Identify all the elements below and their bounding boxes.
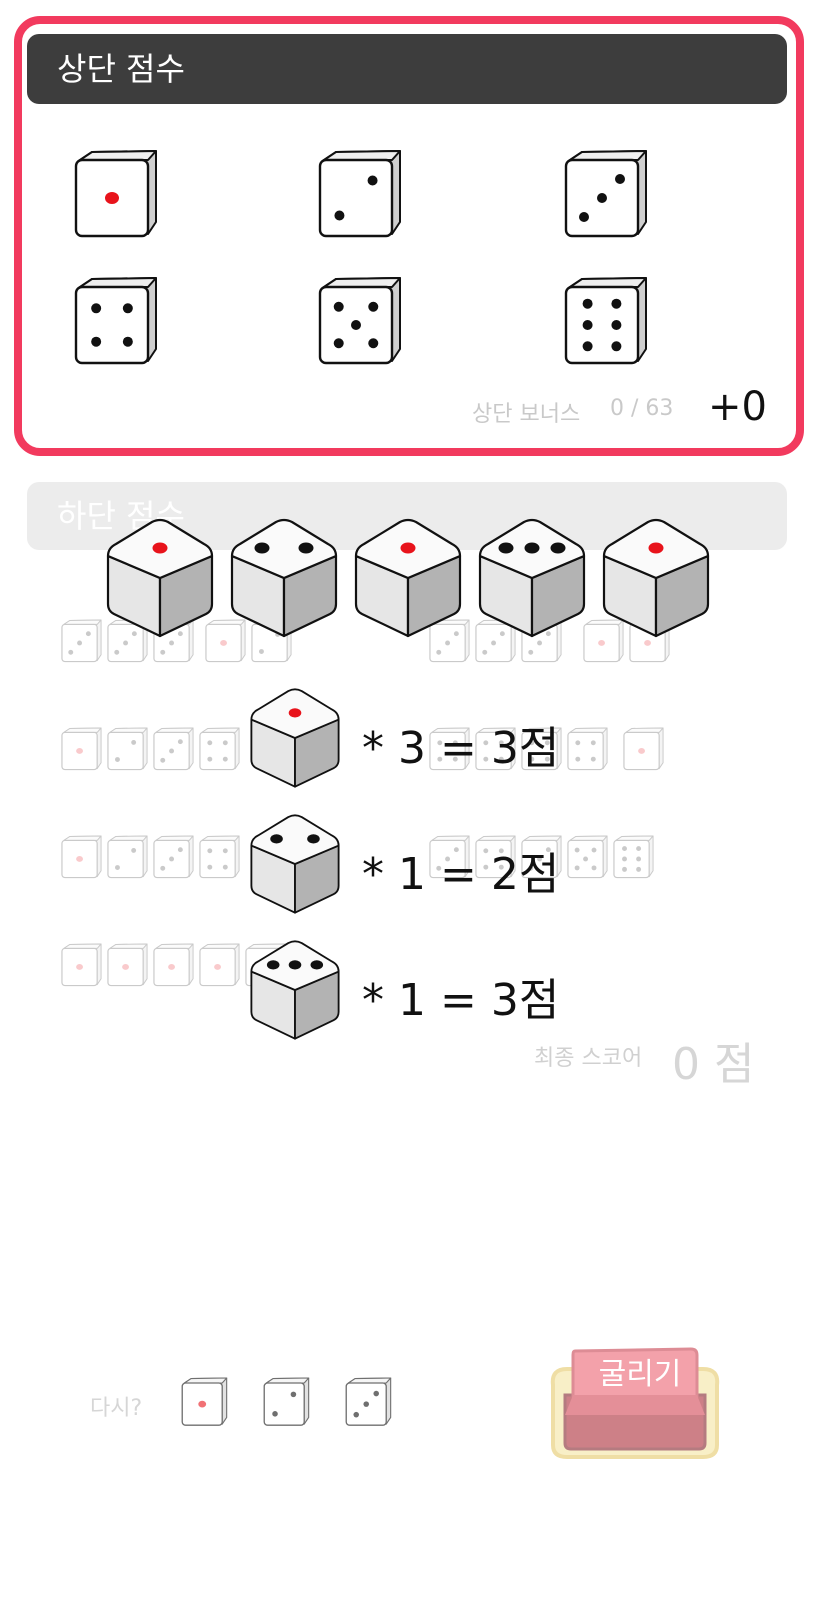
retry-label: 다시?	[90, 1396, 143, 1421]
retry-die-2[interactable]	[262, 1376, 312, 1430]
upper-bonus-points: +0	[708, 384, 767, 430]
lower-ghost-die	[152, 942, 196, 987]
lower-ghost-die	[566, 726, 610, 771]
rolled-die-5[interactable]	[600, 516, 712, 640]
tally-die-threes-icon	[248, 938, 342, 1042]
lower-ghost-die	[152, 834, 196, 879]
upper-bonus-label: 상단 보너스	[472, 402, 581, 427]
lower-ghost-die	[198, 942, 242, 987]
lower-ghost-die	[106, 942, 150, 987]
tally-die-ones-icon	[248, 686, 342, 790]
tally-twos-text: * 1 = 2점	[362, 849, 560, 900]
lower-ghost-die	[152, 726, 196, 771]
tally-ones-text: * 3 = 3점	[362, 723, 560, 774]
upper-twos-die-icon[interactable]	[316, 148, 406, 244]
rolled-die-2[interactable]	[228, 516, 340, 640]
lower-ghost-die	[60, 618, 104, 663]
lower-ghost-die	[622, 726, 666, 771]
roll-button-label: 굴리기	[598, 1357, 682, 1392]
roll-button[interactable]: 굴리기	[545, 1345, 725, 1461]
upper-sixes-die-icon[interactable]	[562, 275, 652, 371]
lower-ghost-die	[60, 726, 104, 771]
upper-fives-die-icon[interactable]	[316, 275, 406, 371]
upper-threes-die-icon[interactable]	[562, 148, 652, 244]
lower-ghost-die	[612, 834, 656, 879]
upper-ones-die-icon[interactable]	[72, 148, 162, 244]
lower-ghost-die	[60, 834, 104, 879]
tally-die-twos-icon	[248, 812, 342, 916]
upper-bonus-progress: 0 / 63	[610, 396, 674, 421]
lower-ghost-die	[60, 942, 104, 987]
final-score-value: 0 점	[672, 1039, 755, 1090]
upper-fours-die-icon[interactable]	[72, 275, 162, 371]
rolled-die-3[interactable]	[352, 516, 464, 640]
final-score-label: 최종 스코어	[534, 1046, 643, 1071]
rolled-die-4[interactable]	[476, 516, 588, 640]
lower-ghost-die	[198, 726, 242, 771]
lower-ghost-die	[106, 726, 150, 771]
retry-die-1[interactable]	[180, 1376, 230, 1430]
tally-threes-text: * 1 = 3점	[362, 975, 560, 1026]
upper-score-header: 상단 점수	[27, 34, 787, 104]
rolled-die-1[interactable]	[104, 516, 216, 640]
lower-ghost-die	[106, 834, 150, 879]
lower-ghost-die	[566, 834, 610, 879]
retry-die-3[interactable]	[344, 1376, 394, 1430]
lower-ghost-die	[198, 834, 242, 879]
